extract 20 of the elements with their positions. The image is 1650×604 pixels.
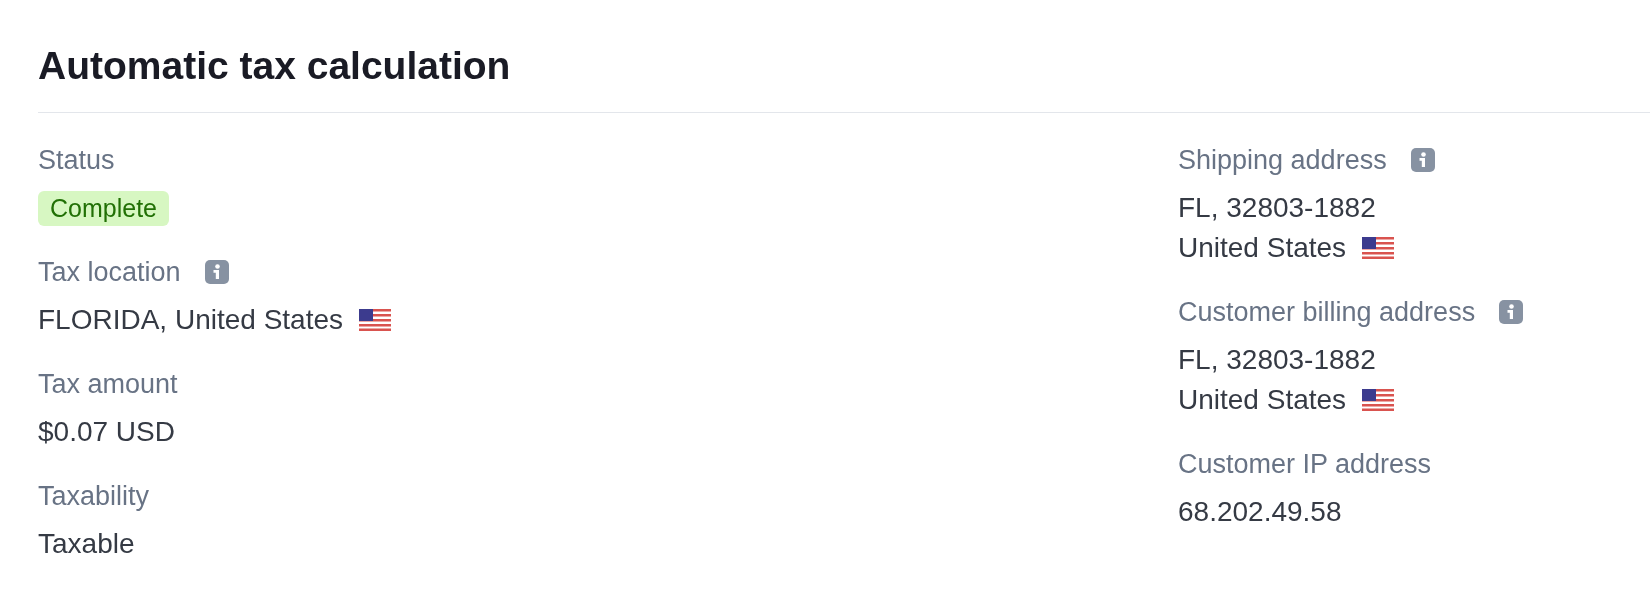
field-label: Status [38,144,115,176]
field-label: Tax location [38,256,181,288]
info-icon[interactable] [1410,148,1435,172]
field-label: Taxability [38,480,150,512]
info-icon[interactable] [204,260,229,284]
section-title: Automatic tax calculation [38,43,512,88]
field-value: FL, 32803-1882 [1178,344,1376,376]
status-badge: Complete [38,190,169,226]
field-value: $0.07 USD [38,416,175,448]
field-label: Customer IP address [1178,448,1432,480]
field-value: 68.202.49.58 [1178,496,1342,528]
field-label: Customer billing address [1178,296,1476,328]
field-value: FL, 32803-1882 [1178,192,1376,224]
field-value: Taxable [38,528,135,560]
field-value: FLORIDA, United States [38,304,343,336]
field-label: Shipping address [1178,144,1387,176]
field-value: United States [1178,232,1347,264]
info-icon[interactable] [1499,300,1524,324]
field-label: Tax amount [38,368,178,400]
field-value: United States [1178,384,1347,416]
